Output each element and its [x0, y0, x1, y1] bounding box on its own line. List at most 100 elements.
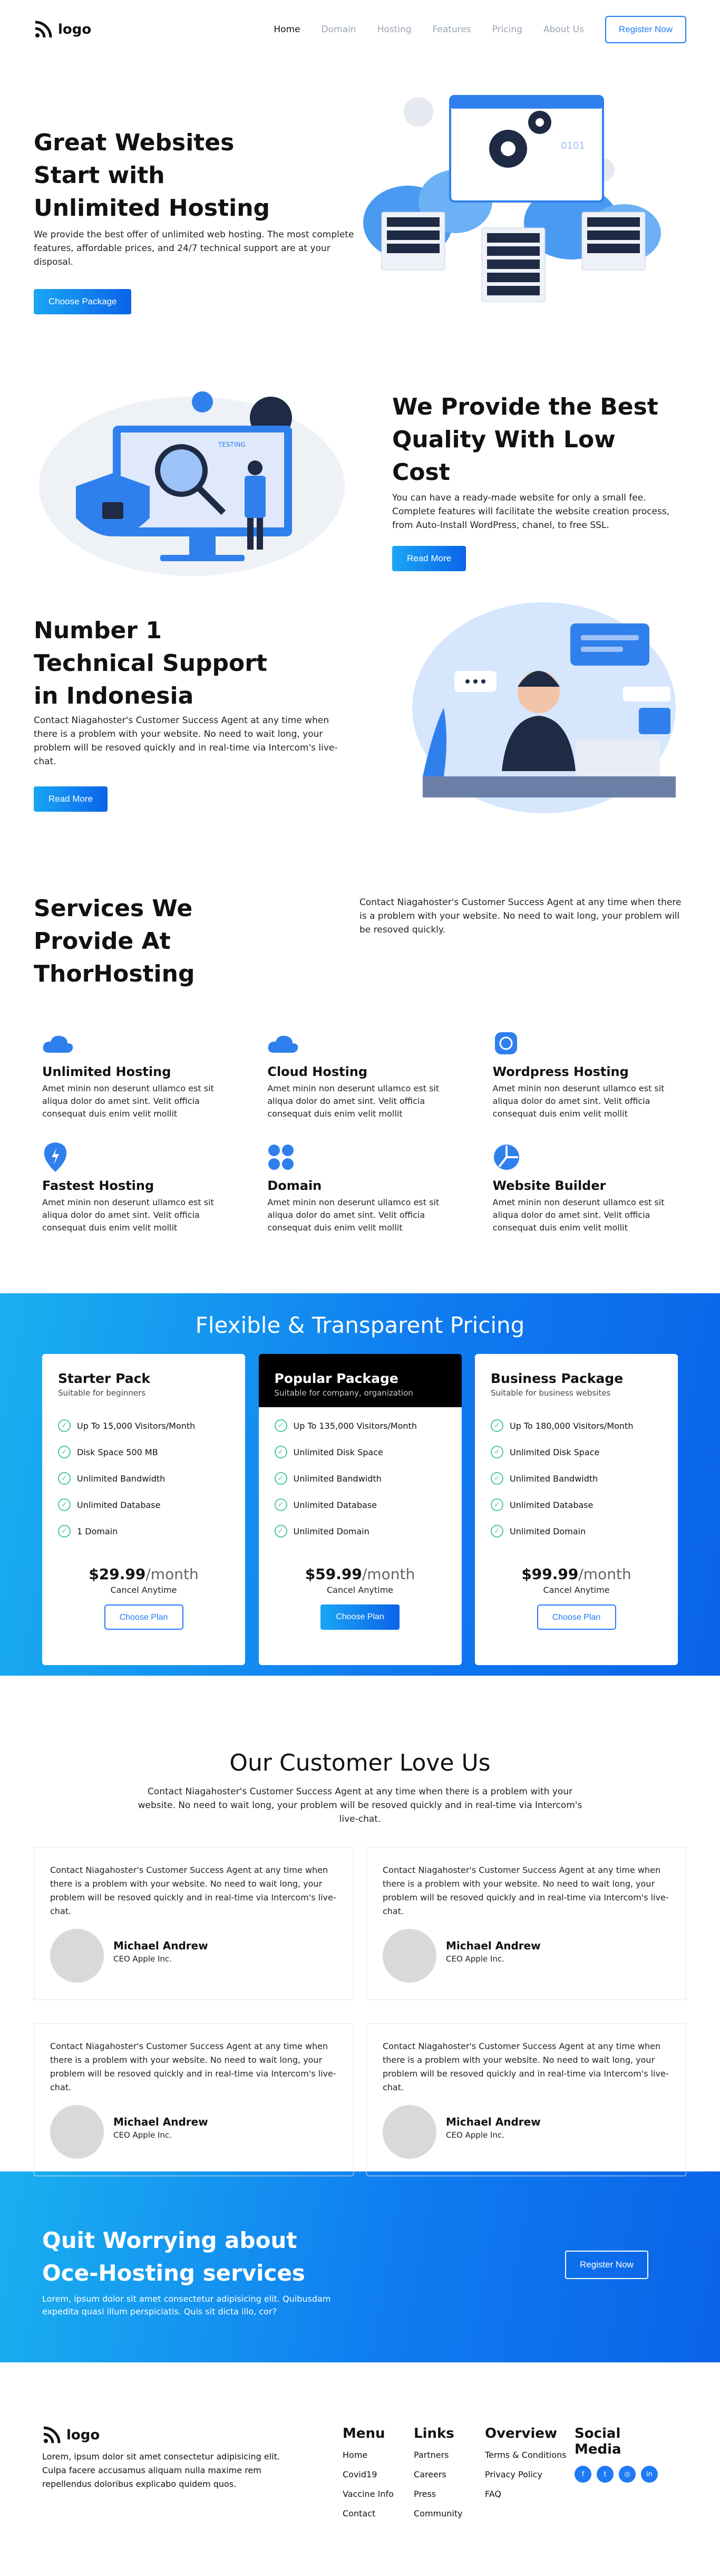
choose-plan-button[interactable]: Choose Plan	[320, 1604, 400, 1630]
cta-section: Quit Worrying about Oce-Hosting services…	[0, 2171, 720, 2362]
wordpress-icon	[493, 1027, 524, 1059]
plan-feature: ✓ Unlimited Bandwidth	[274, 1465, 446, 1492]
logo[interactable]: logo	[34, 20, 91, 39]
pricing-title: Flexible & Transparent Pricing	[195, 1312, 525, 1338]
check-icon: ✓	[58, 1498, 71, 1511]
footer: logo Lorem, ipsum dolor sit amet consect…	[0, 2362, 720, 2560]
person-name: Michael Andrew	[446, 2116, 541, 2128]
nav-link-features[interactable]: Features	[433, 24, 471, 35]
lightning-icon	[42, 1141, 74, 1173]
cta-text: Quit Worrying about Oce-Hosting services…	[42, 2224, 358, 2362]
plan-feature: ✓ Unlimited Domain	[491, 1518, 662, 1544]
support-text: Number 1 Technical Support in Indonesia …	[34, 614, 354, 812]
nav-link-home[interactable]: Home	[274, 24, 300, 35]
quality-read-more-button[interactable]: Read More	[392, 546, 466, 571]
footer-menu-column: Menu Home Covid19 Vaccine Info Contact	[343, 2426, 414, 2560]
testimonial-quote: Contact Niagahoster's Customer Success A…	[383, 1865, 669, 1916]
hero-title: Great Websites Start with Unlimited Host…	[34, 129, 270, 222]
testimonial-person: Michael Andrew CEO Apple Inc.	[383, 1929, 670, 1983]
person-name: Michael Andrew	[446, 1939, 541, 1952]
services-header: Services We Provide At ThorHosting Conta…	[34, 892, 686, 991]
choose-plan-button[interactable]: Choose Plan	[537, 1604, 616, 1630]
rss-logo-icon	[43, 2426, 61, 2444]
person-role: CEO Apple Inc.	[113, 2130, 172, 2140]
plan-subtitle: Suitable for beginners	[58, 1388, 146, 1398]
footer-link-home[interactable]: Home	[343, 2450, 414, 2460]
quality-section: TESTING We Provide the Best Quality With…	[0, 365, 720, 597]
feature-text: Unlimited Database	[293, 1500, 377, 1510]
cta-register-button[interactable]: Register Now	[565, 2251, 648, 2279]
register-button[interactable]: Register Now	[605, 16, 686, 43]
service-title: Unlimited Hosting	[42, 1064, 171, 1079]
footer-link-press[interactable]: Press	[414, 2489, 485, 2499]
plan-subtitle: Suitable for company, organization	[274, 1388, 413, 1398]
service-item: Fastest Hosting Amet minin non deserunt …	[42, 1141, 236, 1234]
nav-link-domain[interactable]: Domain	[322, 24, 356, 35]
choose-package-button[interactable]: Choose Package	[34, 289, 132, 314]
testimonial-card: Contact Niagahoster's Customer Success A…	[34, 1847, 354, 2000]
plan-feature: ✓ Unlimited Disk Space	[491, 1439, 662, 1465]
plan-name: Starter Pack	[58, 1371, 151, 1386]
cta-title: Quit Worrying about Oce-Hosting services	[42, 2227, 305, 2286]
nav-link-about[interactable]: About Us	[543, 24, 584, 35]
plan-features: ✓ Up To 180,000 Visitors/Month ✓ Unlimited…	[475, 1407, 678, 1544]
service-description: Amet minin non deserunt ullamco est sit …	[42, 1197, 214, 1233]
service-description: Amet minin non deserunt ullamco est sit …	[267, 1083, 440, 1119]
testimonial-quote: Contact Niagahoster's Customer Success A…	[50, 2041, 336, 2092]
feature-text: Up To 180,000 Visitors/Month	[510, 1420, 634, 1431]
person-name: Michael Andrew	[113, 2116, 208, 2128]
check-icon: ✓	[58, 1472, 71, 1485]
twitter-icon[interactable]: t	[597, 2466, 614, 2483]
feature-text: Unlimited Database	[510, 1500, 593, 1510]
footer-link-careers[interactable]: Careers	[414, 2469, 485, 2479]
hero-illustration: 0101	[361, 91, 687, 365]
feature-text: Up To 15,000 Visitors/Month	[77, 1420, 196, 1431]
pricing-plans: Starter Pack Suitable for beginners ✓ Up …	[42, 1354, 678, 1665]
footer-link-partners[interactable]: Partners	[414, 2450, 485, 2460]
footer-link-contact[interactable]: Contact	[343, 2508, 414, 2519]
services-grid: Unlimited Hosting Amet minin non deserun…	[34, 1027, 686, 1234]
testimonial-person: Michael Andrew CEO Apple Inc.	[50, 2105, 337, 2159]
screen-label: TESTING	[218, 441, 246, 448]
nav-link-hosting[interactable]: Hosting	[377, 24, 412, 35]
footer-link-privacy[interactable]: Privacy Policy	[485, 2469, 575, 2479]
plan-name: Business Package	[491, 1371, 624, 1386]
footer-link-covid19[interactable]: Covid19	[343, 2469, 414, 2479]
logo-text: logo	[66, 2427, 100, 2443]
footer-overview-title: Overview	[485, 2426, 558, 2442]
footer-link-vaccine-info[interactable]: Vaccine Info	[343, 2489, 414, 2499]
footer-logo[interactable]: logo	[42, 2426, 300, 2445]
testimonials-grid: Contact Niagahoster's Customer Success A…	[34, 1847, 686, 2176]
plan-feature: ✓ Unlimited Database	[58, 1492, 229, 1518]
footer-link-terms[interactable]: Terms & Conditions	[485, 2450, 575, 2460]
cloud-server-illustration: 0101	[363, 95, 661, 302]
footer-link-community[interactable]: Community	[414, 2508, 485, 2519]
check-icon: ✓	[491, 1498, 503, 1511]
feature-text: 1 Domain	[77, 1526, 118, 1536]
support-read-more-button[interactable]: Read More	[34, 786, 108, 812]
footer-link-faq[interactable]: FAQ	[485, 2489, 575, 2499]
pricing-section: Flexible & Transparent Pricing Starter P…	[0, 1293, 720, 1676]
linkedin-icon[interactable]: in	[641, 2466, 658, 2483]
choose-plan-button[interactable]: Choose Plan	[104, 1604, 183, 1630]
plan-feature: ✓ Unlimited Disk Space	[274, 1439, 446, 1465]
plan-feature: ✓ Up To 180,000 Visitors/Month	[491, 1412, 662, 1439]
server-binary-text: 0101	[561, 140, 585, 151]
feature-text: Unlimited Domain	[293, 1526, 369, 1536]
service-title: Cloud Hosting	[267, 1064, 368, 1079]
price-period: /month	[578, 1565, 631, 1583]
cloud-icon	[267, 1027, 299, 1059]
facebook-icon[interactable]: f	[575, 2466, 591, 2483]
footer-menu-title: Menu	[343, 2426, 385, 2442]
support-section: Number 1 Technical Support in Indonesia …	[0, 597, 720, 829]
footer-social-column: Social Media f t ◎ in	[575, 2426, 664, 2560]
rss-logo-icon	[35, 21, 52, 38]
service-item: Cloud Hosting Amet minin non deserunt ul…	[267, 1027, 461, 1120]
avatar	[50, 2105, 104, 2159]
service-item: Unlimited Hosting Amet minin non deserun…	[42, 1027, 236, 1120]
avatar	[383, 1929, 436, 1983]
nav-link-pricing[interactable]: Pricing	[492, 24, 522, 35]
instagram-icon[interactable]: ◎	[619, 2466, 636, 2483]
feature-text: Unlimited Disk Space	[510, 1447, 600, 1457]
service-title: Fastest Hosting	[42, 1178, 154, 1193]
